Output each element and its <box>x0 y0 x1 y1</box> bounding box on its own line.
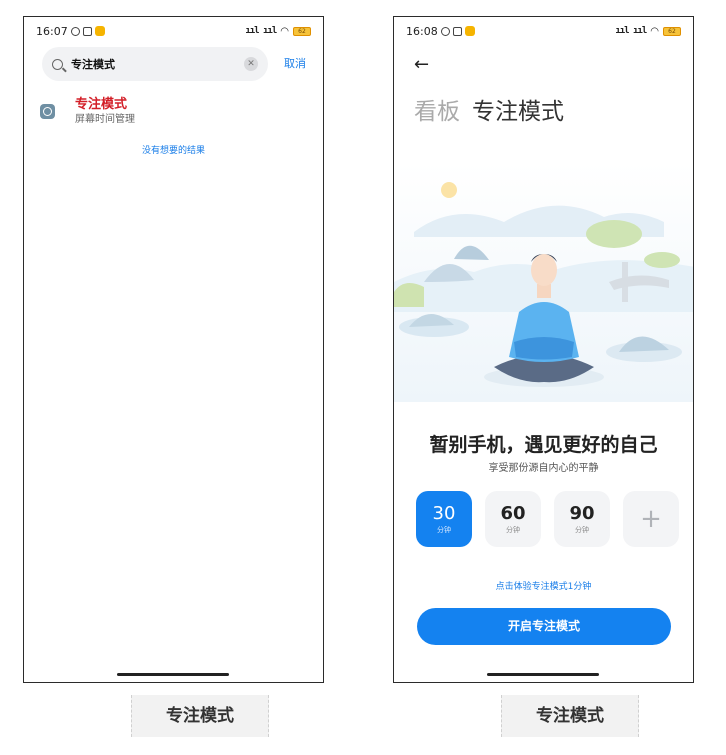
add-duration-button[interactable]: + <box>623 491 679 547</box>
cancel-button[interactable]: 取消 <box>284 55 306 71</box>
home-indicator[interactable] <box>487 673 599 676</box>
duration-value: 60 <box>500 503 526 524</box>
duration-value: 90 <box>569 503 595 524</box>
page-title: 专注模式 <box>472 99 564 125</box>
notification-app-icon <box>464 26 475 36</box>
wifi-icon: ◠ <box>280 25 289 37</box>
duration-unit: 分钟 <box>437 526 451 534</box>
no-results-link[interactable]: 没有想要的结果 <box>24 143 323 156</box>
phone-focus-screen: 16:08 ııl ııl ◠ 62 ← 看板 专注模式 暂别手机，遇见更好的自… <box>393 16 694 683</box>
clear-icon[interactable]: ✕ <box>244 57 258 71</box>
notification-app-icon <box>94 26 105 36</box>
result-subtitle: 屏幕时间管理 <box>75 114 135 125</box>
search-input[interactable]: 专注模式 ✕ <box>42 47 268 81</box>
back-arrow-icon[interactable]: ← <box>414 54 429 75</box>
status-time: 16:08 <box>406 24 438 38</box>
meditation-illustration <box>394 162 693 402</box>
duration-option-90[interactable]: 90 分钟 <box>554 491 610 547</box>
search-query[interactable]: 专注模式 <box>71 56 244 72</box>
battery-icon: 62 <box>293 26 311 36</box>
start-focus-button[interactable]: 开启专注模式 <box>417 608 671 645</box>
phone-search-screen: 16:07 ııl ııl ◠ 62 专注模式 ✕ 取消 专注模式 屏幕时间管理… <box>23 16 324 683</box>
result-title: 专注模式 <box>75 97 128 112</box>
nfc-icon <box>452 26 462 36</box>
page-header: 看板 专注模式 <box>414 92 564 126</box>
status-bar: 16:07 ııl ııl ◠ 62 <box>24 17 323 45</box>
status-time: 16:07 <box>36 24 68 38</box>
duration-option-30[interactable]: 30 分钟 <box>416 491 472 547</box>
breadcrumb-parent[interactable]: 看板 <box>414 99 460 125</box>
caption-right: 专注模式 <box>501 695 639 737</box>
duration-unit: 分钟 <box>575 526 589 534</box>
alarm-icon <box>70 26 80 36</box>
slogan-subtitle: 享受那份源自内心的平静 <box>488 463 599 474</box>
alarm-icon <box>440 26 450 36</box>
signal-icon: ııl ııl <box>245 26 277 36</box>
duration-unit: 分钟 <box>506 526 520 534</box>
caption-left: 专注模式 <box>131 695 269 737</box>
signal-icon: ııl ııl <box>615 26 647 36</box>
duration-option-60[interactable]: 60 分钟 <box>485 491 541 547</box>
search-result-item[interactable]: 专注模式 屏幕时间管理 <box>40 97 135 126</box>
search-icon <box>52 58 63 70</box>
slogan: 暂别手机，遇见更好的自己 <box>429 434 658 456</box>
plus-icon: + <box>640 504 662 534</box>
trial-link[interactable]: 点击体验专注模式1分钟 <box>394 579 693 592</box>
wifi-icon: ◠ <box>650 25 659 37</box>
duration-value: 30 <box>432 503 456 524</box>
app-icon <box>40 104 55 119</box>
battery-icon: 62 <box>663 26 681 36</box>
status-bar: 16:08 ııl ııl ◠ 62 <box>394 17 693 45</box>
nfc-icon <box>82 26 92 36</box>
duration-options: 30 分钟 60 分钟 90 分钟 + <box>416 491 679 547</box>
home-indicator[interactable] <box>117 673 229 676</box>
